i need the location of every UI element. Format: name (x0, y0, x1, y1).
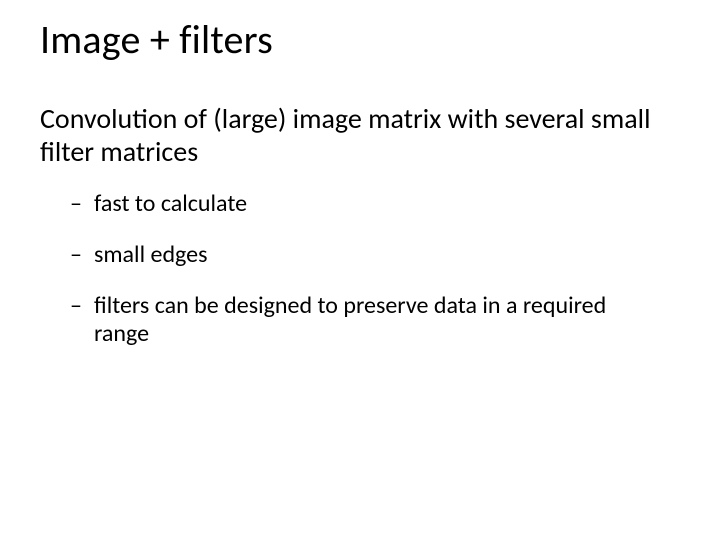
bullet-list: fast to calculate small edges filters ca… (70, 190, 680, 349)
list-item: filters can be designed to preserve data… (70, 292, 654, 350)
slide-body: Convolution of (large) image matrix with… (40, 102, 680, 168)
list-item: small edges (70, 241, 654, 270)
slide: Image + filters Convolution of (large) i… (0, 0, 720, 540)
list-item: fast to calculate (70, 190, 654, 219)
slide-title: Image + filters (40, 18, 680, 62)
